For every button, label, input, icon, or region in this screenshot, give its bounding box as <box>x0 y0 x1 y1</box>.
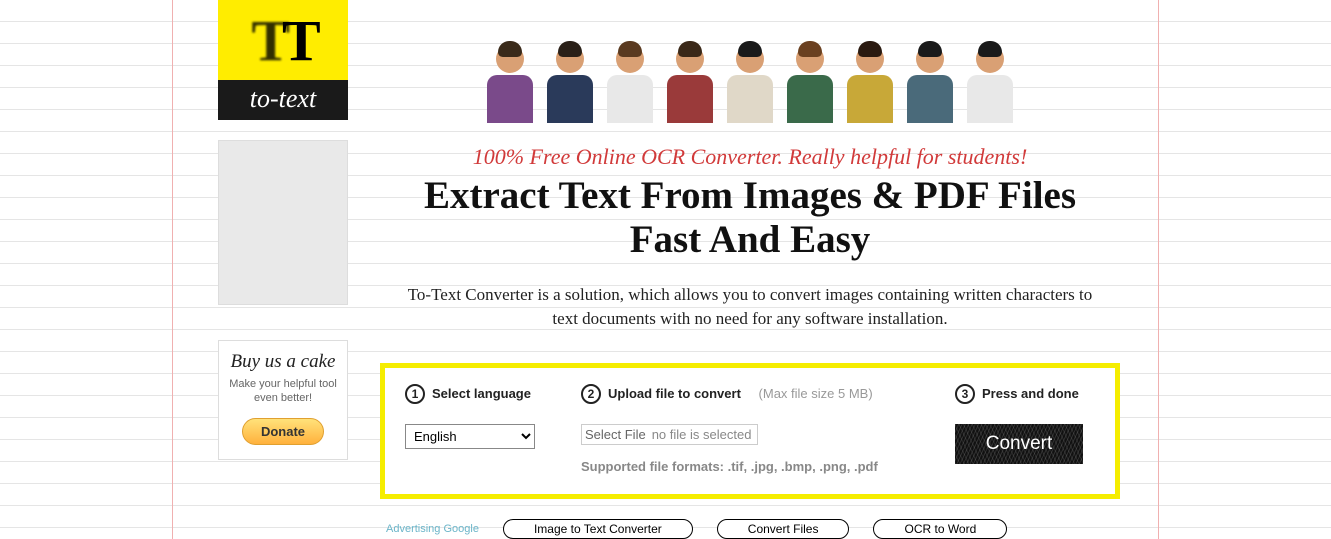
donate-subtitle: Make your helpful tool even better! <box>225 377 341 406</box>
person-icon <box>601 45 659 130</box>
hero-description: To-Text Converter is a solution, which a… <box>380 283 1120 331</box>
step2-hint: (Max file size 5 MB) <box>759 386 873 401</box>
logo-bottom: to-text <box>218 80 348 120</box>
file-status: no file is selected <box>652 427 752 442</box>
person-icon <box>781 45 839 130</box>
people-illustration <box>380 0 1120 130</box>
file-input-row[interactable]: Select File no file is selected <box>581 424 758 445</box>
step3-label: Press and done <box>982 386 1079 401</box>
donate-title: Buy us a cake <box>225 351 341 373</box>
step-press-done: 3 Press and done Convert <box>955 384 1095 474</box>
ad-link-convert-files[interactable]: Convert Files <box>717 519 850 539</box>
step3-number: 3 <box>955 384 975 404</box>
logo-top: TT <box>218 0 348 80</box>
person-icon <box>541 45 599 130</box>
step2-label: Upload file to convert <box>608 386 741 401</box>
step2-head: 2 Upload file to convert (Max file size … <box>581 384 929 404</box>
convert-button[interactable]: Convert <box>955 424 1083 464</box>
language-select[interactable]: English <box>405 424 535 449</box>
person-icon <box>481 45 539 130</box>
supported-formats: Supported file formats: .tif, .jpg, .bmp… <box>581 459 929 474</box>
step1-head: 1 Select language <box>405 384 555 404</box>
hero-tagline: 100% Free Online OCR Converter. Really h… <box>380 144 1120 170</box>
person-icon <box>961 45 1019 130</box>
select-file-button[interactable]: Select File <box>585 427 646 442</box>
main-column: 100% Free Online OCR Converter. Really h… <box>380 0 1120 539</box>
step2-number: 2 <box>581 384 601 404</box>
person-icon <box>661 45 719 130</box>
person-icon <box>901 45 959 130</box>
ad-link-ocr-to-word[interactable]: OCR to Word <box>873 519 1007 539</box>
step3-head: 3 Press and done <box>955 384 1095 404</box>
donate-button[interactable]: Donate <box>242 418 324 445</box>
ad-link-image-to-text[interactable]: Image to Text Converter <box>503 519 693 539</box>
person-icon <box>721 45 779 130</box>
sidebar-ad-placeholder <box>218 140 348 305</box>
ad-label: Advertising Google <box>386 523 479 535</box>
step1-number: 1 <box>405 384 425 404</box>
step-select-language: 1 Select language English <box>405 384 555 474</box>
person-icon <box>841 45 899 130</box>
page-wrap: TT to-text Buy us a cake Make your helpf… <box>0 0 1331 539</box>
hero-headline: Extract Text From Images & PDF Files Fas… <box>380 174 1120 261</box>
step-upload-file: 2 Upload file to convert (Max file size … <box>581 384 929 474</box>
donate-box: Buy us a cake Make your helpful tool eve… <box>218 340 348 460</box>
converter-panel: 1 Select language English 2 Upload file … <box>380 363 1120 499</box>
ad-link-row: Advertising Google Image to Text Convert… <box>380 519 1120 539</box>
site-logo[interactable]: TT to-text <box>218 0 348 120</box>
step1-label: Select language <box>432 386 531 401</box>
